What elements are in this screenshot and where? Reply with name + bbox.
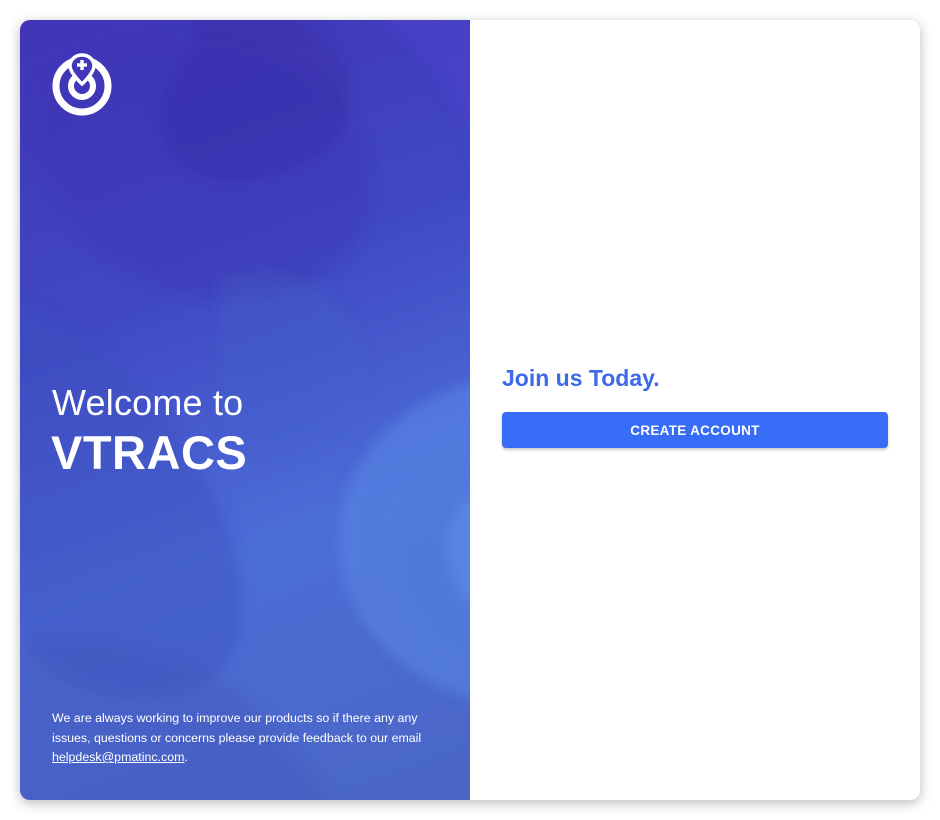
hero-panel: Welcome to VTRACS We are always working … bbox=[20, 20, 470, 800]
create-account-button[interactable]: CREATE ACCOUNT bbox=[502, 412, 888, 448]
location-pin-power-icon bbox=[52, 53, 112, 116]
helpdesk-email-link[interactable]: helpdesk@pmatinc.com bbox=[52, 750, 184, 764]
signup-panel: Join us Today. CREATE ACCOUNT bbox=[470, 20, 920, 800]
join-heading: Join us Today. bbox=[502, 365, 660, 391]
login-card: Welcome to VTRACS We are always working … bbox=[20, 20, 920, 800]
feedback-note: We are always working to improve our pro… bbox=[52, 709, 447, 768]
feedback-suffix: . bbox=[184, 750, 188, 764]
brand-name: VTRACS bbox=[51, 426, 248, 479]
feedback-text: We are always working to improve our pro… bbox=[52, 711, 422, 745]
welcome-heading: Welcome to bbox=[52, 382, 244, 423]
